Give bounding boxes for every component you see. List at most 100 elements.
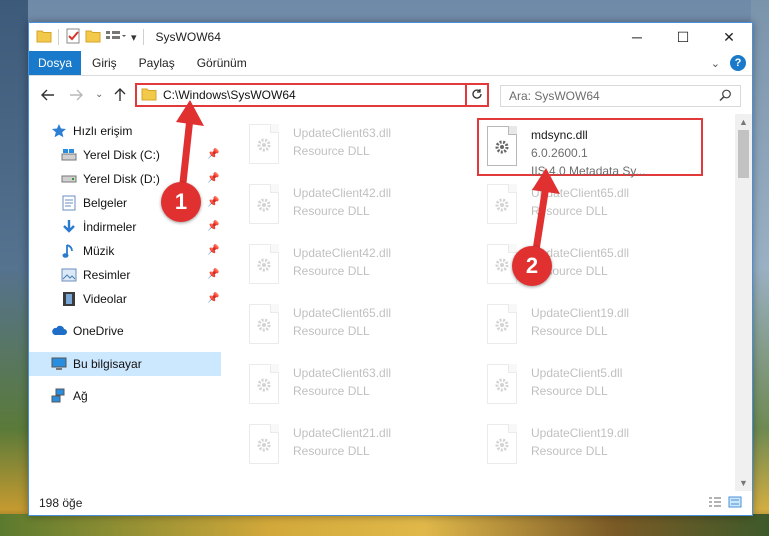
sidebar-item-label: Resimler (83, 268, 131, 282)
file-name: UpdateClient42.dll (293, 246, 392, 260)
list-item[interactable]: UpdateClient19.dll Resource DLL (485, 420, 715, 470)
dll-file-icon (247, 124, 283, 166)
help-icon[interactable]: ? (730, 55, 746, 71)
dll-file-icon (247, 364, 283, 406)
search-icon[interactable] (719, 89, 732, 105)
desktop-background-right (751, 0, 769, 536)
window-controls: ─ ☐ ✕ (614, 23, 752, 51)
navigation-bar: ⌄ C:\Windows\SysWOW64 ⌄ Ara: SysWOW64 (29, 76, 752, 114)
maximize-button[interactable]: ☐ (660, 23, 706, 51)
sidebar-item-network[interactable]: Ağ (51, 385, 88, 407)
list-item[interactable]: UpdateClient5.dll Resource DLL (485, 360, 715, 410)
tab-view[interactable]: Görünüm (186, 51, 258, 75)
sidebar-item-label: Bu bilgisayar (73, 357, 142, 371)
title-bar: ▾ SysWOW64 ─ ☐ ✕ (29, 23, 752, 51)
refresh-button[interactable] (465, 83, 489, 107)
tab-home[interactable]: Giriş (81, 51, 128, 75)
file-description: Resource DLL (531, 384, 608, 398)
dll-file-icon (247, 184, 283, 226)
toolbar-separator (142, 29, 144, 45)
list-item[interactable]: UpdateClient65.dll Resource DLL (247, 300, 477, 350)
list-item[interactable]: UpdateClient63.dll Resource DLL (247, 360, 477, 410)
sidebar-item-pictures[interactable]: Resimler (61, 264, 130, 286)
ribbon-right-controls: ⌄ ? (711, 55, 746, 71)
search-input[interactable]: Ara: SysWOW64 (500, 85, 741, 107)
forward-arrow-icon[interactable] (69, 88, 83, 104)
tiles-view-icon[interactable] (728, 496, 742, 511)
tab-file[interactable]: Dosya (29, 51, 81, 75)
close-button[interactable]: ✕ (706, 23, 752, 51)
file-name: UpdateClient65.dll (293, 306, 392, 320)
folder-icon (141, 87, 157, 104)
pin-icon[interactable]: 📌 (207, 269, 219, 280)
download-arrow-icon (61, 219, 77, 235)
back-arrow-icon[interactable] (41, 88, 55, 104)
ribbon-tabs: Dosya Giriş Paylaş Görünüm ⌄ ? (29, 51, 752, 76)
file-description: Resource DLL (293, 324, 370, 338)
dll-file-icon (247, 244, 283, 286)
file-description: Resource DLL (293, 444, 370, 458)
sidebar-item-videos[interactable]: Videolar (61, 288, 127, 310)
sidebar-item-label: Yerel Disk (C:) (83, 148, 160, 162)
view-toggle-group (708, 496, 742, 511)
customize-toolbar-icon[interactable] (105, 29, 127, 46)
up-arrow-icon[interactable] (114, 88, 126, 105)
recent-locations-chevron-icon[interactable]: ⌄ (95, 89, 103, 100)
sidebar-item-label: Hızlı erişim (73, 124, 133, 138)
sidebar-item-label: Müzik (83, 244, 115, 258)
file-name: mdsync.dll (531, 128, 588, 142)
file-name: UpdateClient21.dll (293, 426, 392, 440)
vertical-scrollbar[interactable]: ▲ ▼ (735, 114, 752, 491)
pin-icon[interactable]: 📌 (207, 245, 219, 256)
quick-access-toolbar: ▾ (29, 28, 146, 47)
sidebar-item-label: İndirmeler (83, 220, 137, 234)
drive-icon (61, 147, 77, 163)
file-description: Resource DLL (293, 144, 370, 158)
dll-file-icon (247, 304, 283, 346)
refresh-icon (471, 87, 483, 103)
computer-icon (51, 356, 67, 372)
desktop-background-left (0, 0, 28, 536)
list-item[interactable]: UpdateClient42.dll Resource DLL (247, 240, 477, 290)
film-strip-icon (61, 291, 77, 307)
list-item[interactable]: UpdateClient63.dll Resource DLL (247, 120, 477, 170)
file-description: Resource DLL (531, 324, 608, 338)
sidebar-item-label: Yerel Disk (D:) (83, 172, 160, 186)
pin-icon[interactable]: 📌 (207, 221, 219, 232)
list-item[interactable]: UpdateClient19.dll Resource DLL (485, 300, 715, 350)
music-note-icon (61, 243, 77, 259)
scroll-down-icon[interactable]: ▼ (739, 478, 748, 488)
sidebar-item-local-disk-c[interactable]: Yerel Disk (C:) (61, 144, 160, 166)
tab-share[interactable]: Paylaş (128, 51, 186, 75)
list-item[interactable]: UpdateClient42.dll Resource DLL (247, 180, 477, 230)
sidebar-item-onedrive[interactable]: OneDrive (51, 320, 124, 342)
list-item[interactable]: UpdateClient21.dll Resource DLL (247, 420, 477, 470)
sidebar-item-this-pc[interactable]: Bu bilgisayar (51, 353, 142, 375)
sidebar-item-downloads[interactable]: İndirmeler (61, 216, 136, 238)
pictures-icon (61, 267, 77, 283)
minimize-button[interactable]: ─ (614, 23, 660, 51)
expand-ribbon-icon[interactable]: ⌄ (711, 57, 720, 70)
sidebar-item-quick-access[interactable]: Hızlı erişim (51, 120, 132, 142)
folder-icon (36, 29, 52, 46)
star-icon (51, 123, 67, 139)
file-name: UpdateClient5.dll (531, 366, 623, 380)
properties-icon[interactable] (65, 28, 81, 47)
sidebar-item-local-disk-d[interactable]: Yerel Disk (D:) (61, 168, 160, 190)
toolbar-dropdown-icon[interactable]: ▾ (131, 31, 137, 44)
file-description: Resource DLL (531, 444, 608, 458)
file-version: 6.0.2600.1 (531, 146, 588, 160)
new-folder-icon[interactable] (85, 29, 101, 46)
details-view-icon[interactable] (708, 496, 722, 511)
scrollbar-thumb[interactable] (738, 130, 749, 178)
status-bar: 198 öğe (29, 491, 752, 515)
sidebar-item-label: Belgeler (83, 196, 128, 210)
scroll-up-icon[interactable]: ▲ (739, 117, 748, 127)
sidebar-item-documents[interactable]: Belgeler (61, 192, 127, 214)
pin-icon[interactable]: 📌 (207, 293, 219, 304)
dll-file-icon (485, 364, 521, 406)
file-name: UpdateClient63.dll (293, 126, 392, 140)
explorer-window: ▾ SysWOW64 ─ ☐ ✕ Dosya Giriş Paylaş Görü… (28, 22, 753, 516)
dll-file-icon (485, 424, 521, 466)
sidebar-item-music[interactable]: Müzik (61, 240, 114, 262)
